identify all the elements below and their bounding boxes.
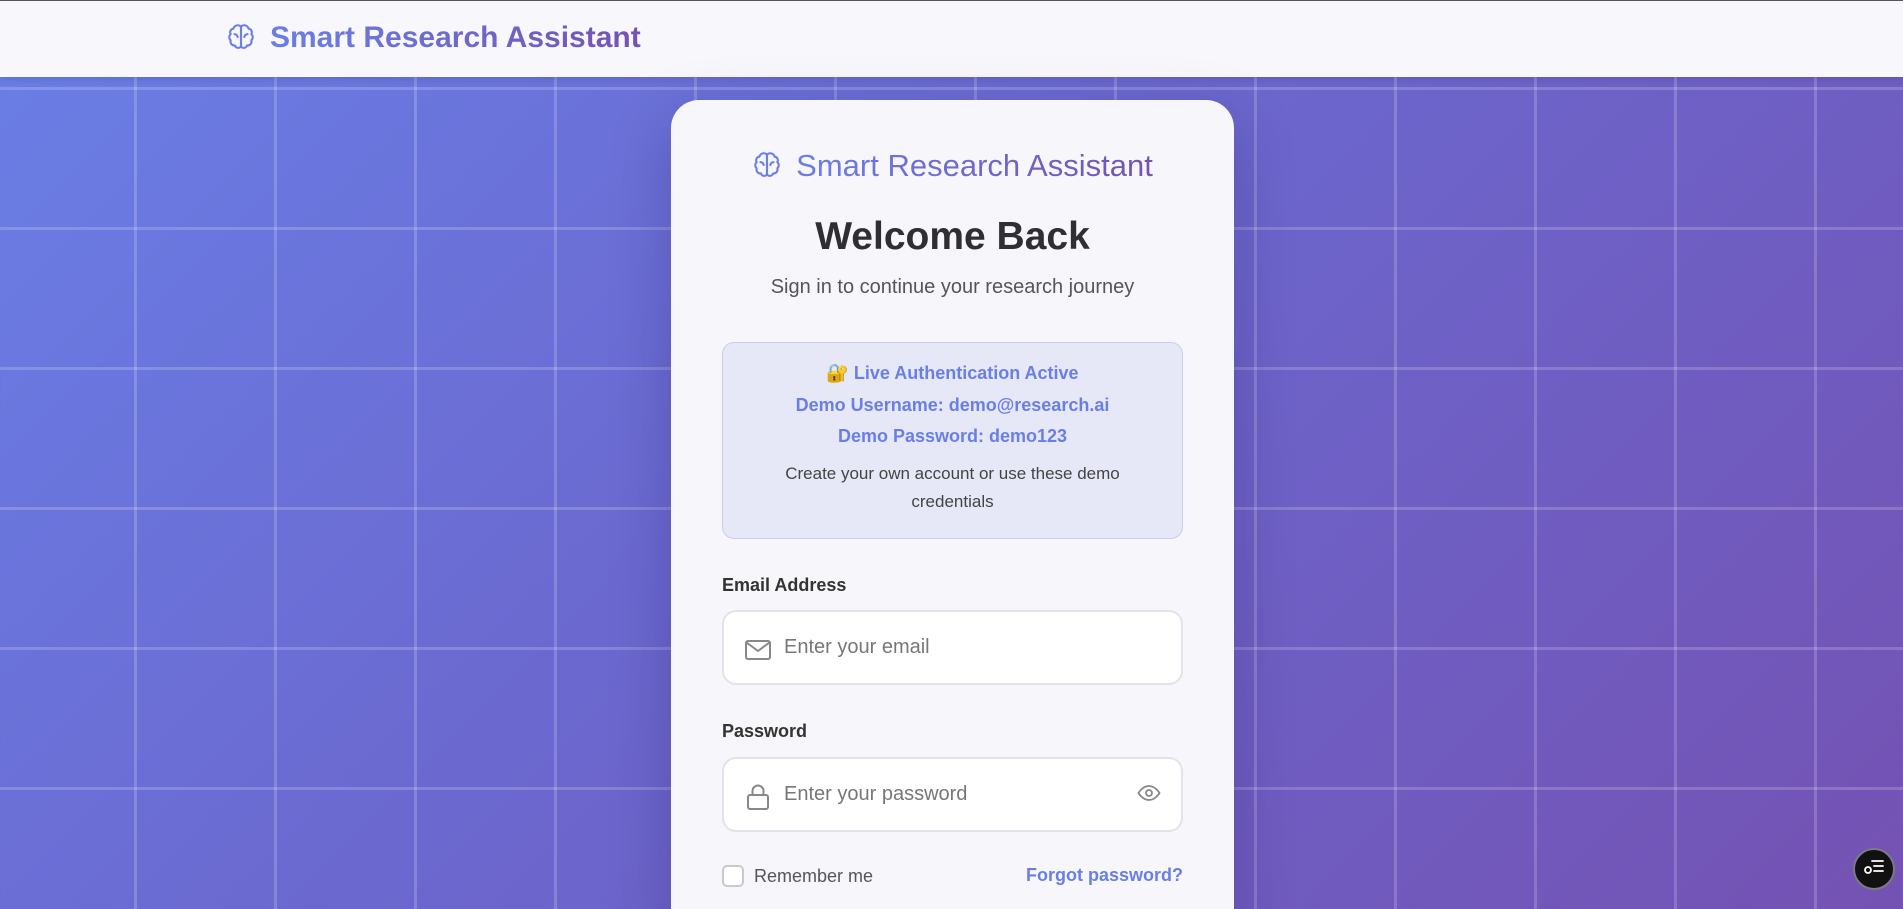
password-field-wrapper — [722, 757, 1183, 832]
password-field[interactable] — [784, 759, 1144, 830]
navbar-brand[interactable]: Smart Research Assistant — [226, 21, 641, 55]
navbar-brand-title: Smart Research Assistant — [270, 21, 641, 54]
email-field[interactable] — [784, 612, 1144, 683]
demo-note: Create your own account or use these dem… — [785, 464, 1120, 511]
email-label: Email Address — [722, 575, 847, 595]
password-label: Password — [722, 721, 808, 741]
demo-username: Demo Username: demo@research.ai — [795, 395, 1110, 415]
demo-credentials-box: 🔐 Live Authentication Active Demo Userna… — [722, 342, 1183, 539]
floating-action-button[interactable] — [1853, 848, 1895, 890]
eye-icon[interactable] — [1137, 783, 1161, 803]
remember-me-label[interactable]: Remember me — [754, 866, 873, 887]
email-field-wrapper — [722, 610, 1183, 685]
forgot-password-link[interactable]: Forgot password? — [1026, 865, 1183, 886]
remember-me-checkbox[interactable] — [722, 865, 744, 887]
demo-password: Demo Password: demo123 — [837, 426, 1068, 446]
card-brand: Smart Research Assistant — [671, 148, 1234, 184]
page-subtitle: Sign in to continue your research journe… — [770, 276, 1135, 298]
lock-icon — [744, 783, 772, 811]
mail-icon — [744, 636, 772, 664]
auth-status-text: Live Authentication Active — [853, 363, 1079, 383]
brain-icon — [226, 22, 258, 54]
brain-icon — [752, 150, 784, 182]
auth-status-line: 🔐 Live Authentication Active — [723, 363, 1182, 384]
lock-key-icon: 🔐 — [826, 363, 849, 383]
toggle-list-icon — [1863, 858, 1885, 881]
remember-me: Remember me — [722, 865, 873, 887]
top-navbar: Smart Research Assistant — [0, 0, 1903, 77]
page-title: Welcome Back — [815, 215, 1090, 258]
card-brand-title: Smart Research Assistant — [796, 148, 1153, 183]
login-card: Smart Research Assistant Welcome Back Si… — [671, 100, 1234, 909]
